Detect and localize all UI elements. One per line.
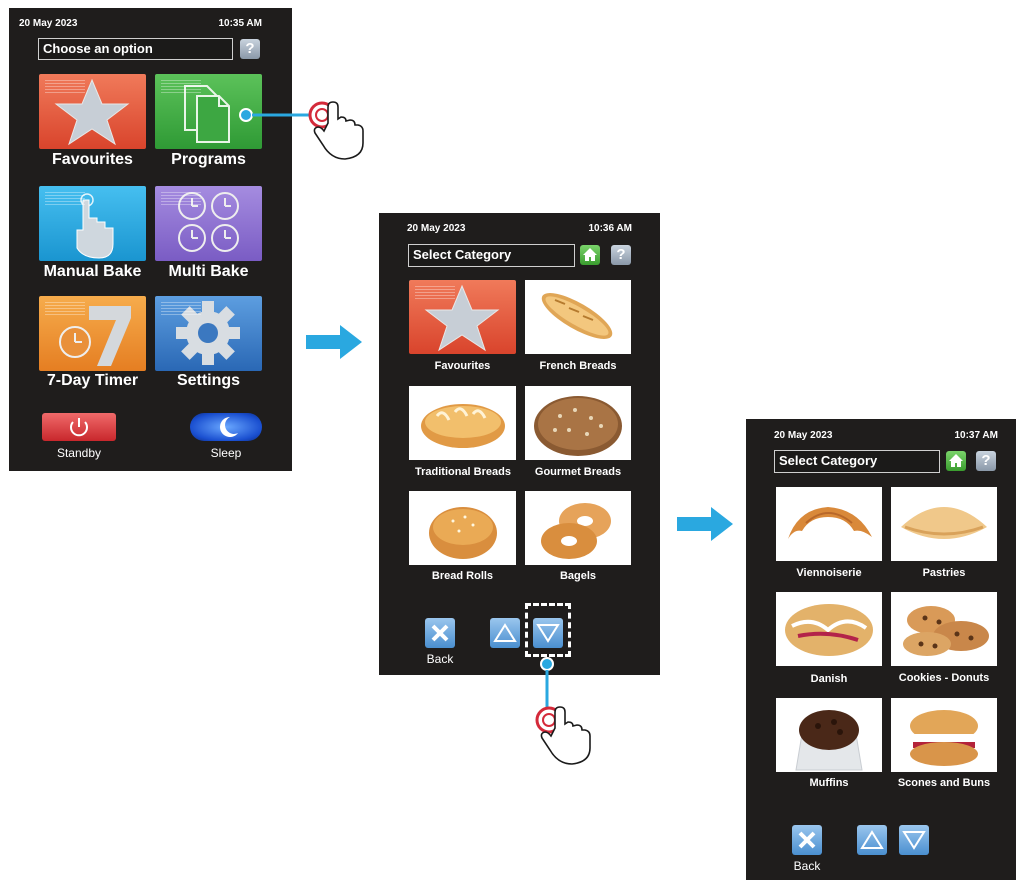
close-icon <box>798 831 816 849</box>
tile-highlight <box>415 286 455 300</box>
category-danish[interactable] <box>776 592 882 666</box>
scroll-down-button[interactable] <box>533 618 563 648</box>
touch-pointer-scroll-down <box>535 657 591 765</box>
category-label: Pastries <box>922 567 966 579</box>
multi-bake-label: Multi Bake <box>168 263 249 280</box>
help-button[interactable]: ? <box>611 245 631 265</box>
page-title: Select Category <box>774 450 940 473</box>
status-time: 10:36 AM <box>588 223 632 234</box>
triangle-down-icon <box>536 624 560 643</box>
loaf-photo <box>421 404 505 448</box>
scroll-down-button[interactable] <box>899 825 929 855</box>
seven-day-timer-tile[interactable] <box>39 296 146 371</box>
standby-button[interactable] <box>42 413 116 441</box>
category-favourites[interactable] <box>409 280 516 354</box>
tile-highlight <box>45 302 85 316</box>
sleep-button[interactable] <box>190 413 262 441</box>
page-title: Select Category <box>408 244 575 267</box>
scroll-up-button[interactable] <box>490 618 520 648</box>
triangle-up-icon <box>860 830 884 849</box>
category-label: Danish <box>810 673 848 685</box>
category-label: Traditional Breads <box>415 466 511 478</box>
help-button[interactable]: ? <box>976 451 996 471</box>
home-icon <box>949 454 963 467</box>
cookies-photo <box>903 606 989 656</box>
category-cookies-donuts[interactable] <box>891 592 997 666</box>
close-icon <box>431 624 449 642</box>
category-gourmet-breads[interactable] <box>525 386 631 460</box>
power-icon <box>70 418 88 437</box>
settings-label: Settings <box>176 372 241 389</box>
favourites-tile[interactable] <box>39 74 146 149</box>
category-label: Cookies - Donuts <box>898 672 990 684</box>
bagel-photo <box>541 503 611 559</box>
category-label: Favourites <box>434 360 491 372</box>
home-button[interactable] <box>946 451 966 471</box>
flow-arrow-1 <box>306 325 362 359</box>
help-button[interactable]: ? <box>240 39 260 59</box>
category-bread-rolls[interactable] <box>409 491 516 565</box>
favourites-label: Favourites <box>52 151 133 168</box>
tile-highlight <box>161 192 201 206</box>
tile-highlight <box>45 80 85 94</box>
back-button[interactable] <box>792 825 822 855</box>
seven-day-timer-label: 7-Day Timer <box>46 372 139 389</box>
back-label: Back <box>426 652 454 666</box>
status-time: 10:37 AM <box>954 430 998 441</box>
tile-highlight <box>45 192 85 206</box>
touch-pointer-programs <box>239 101 364 160</box>
pastry-photo <box>901 507 987 539</box>
page-title: Choose an option <box>38 38 233 60</box>
category-label: Viennoiserie <box>796 567 862 579</box>
category-pastries[interactable] <box>891 487 997 561</box>
category-viennoiserie[interactable] <box>776 487 882 561</box>
moon-icon <box>220 417 238 437</box>
multi-bake-tile[interactable] <box>155 186 262 261</box>
bread-roll-photo <box>429 507 497 559</box>
tile-highlight <box>161 80 201 94</box>
status-date: 20 May 2023 <box>19 18 78 29</box>
status-time: 10:35 AM <box>218 18 262 29</box>
category-label: Gourmet Breads <box>534 466 622 478</box>
scone-photo <box>910 710 978 766</box>
croissant-photo <box>788 507 872 539</box>
home-icon <box>583 248 597 261</box>
category-label: Muffins <box>809 777 849 789</box>
status-date: 20 May 2023 <box>407 223 466 234</box>
muffin-photo <box>795 710 863 771</box>
category-label: French Breads <box>539 360 617 372</box>
screen-select-category-2: 20 May 2023 10:37 AM Select Category ? V… <box>746 419 1016 880</box>
status-date: 20 May 2023 <box>774 430 833 441</box>
danish-photo <box>785 604 873 656</box>
category-bagels[interactable] <box>525 491 631 565</box>
tile-highlight <box>161 302 201 316</box>
category-traditional-breads[interactable] <box>409 386 516 460</box>
screen-main-menu: 20 May 2023 10:35 AM Choose an option ? … <box>9 8 292 471</box>
category-scones-and-buns[interactable] <box>891 698 997 772</box>
settings-tile[interactable] <box>155 296 262 371</box>
gourmet-loaf-photo <box>534 396 622 456</box>
triangle-down-icon <box>902 831 926 850</box>
standby-label: Standby <box>56 446 102 460</box>
category-label: Bread Rolls <box>431 570 494 582</box>
sleep-label: Sleep <box>210 446 242 460</box>
category-label: Scones and Buns <box>897 777 991 789</box>
triangle-up-icon <box>493 623 517 642</box>
manual-bake-label: Manual Bake <box>43 263 142 280</box>
category-french-breads[interactable] <box>525 280 631 354</box>
flow-arrow-2 <box>677 507 733 541</box>
manual-bake-tile[interactable] <box>39 186 146 261</box>
screen-select-category-1: 20 May 2023 10:36 AM Select Category ? F… <box>379 213 660 675</box>
back-label: Back <box>793 859 821 873</box>
baguette-photo <box>541 293 613 339</box>
home-button[interactable] <box>580 245 600 265</box>
category-muffins[interactable] <box>776 698 882 772</box>
scroll-up-button[interactable] <box>857 825 887 855</box>
back-button[interactable] <box>425 618 455 648</box>
category-label: Bagels <box>559 570 597 582</box>
